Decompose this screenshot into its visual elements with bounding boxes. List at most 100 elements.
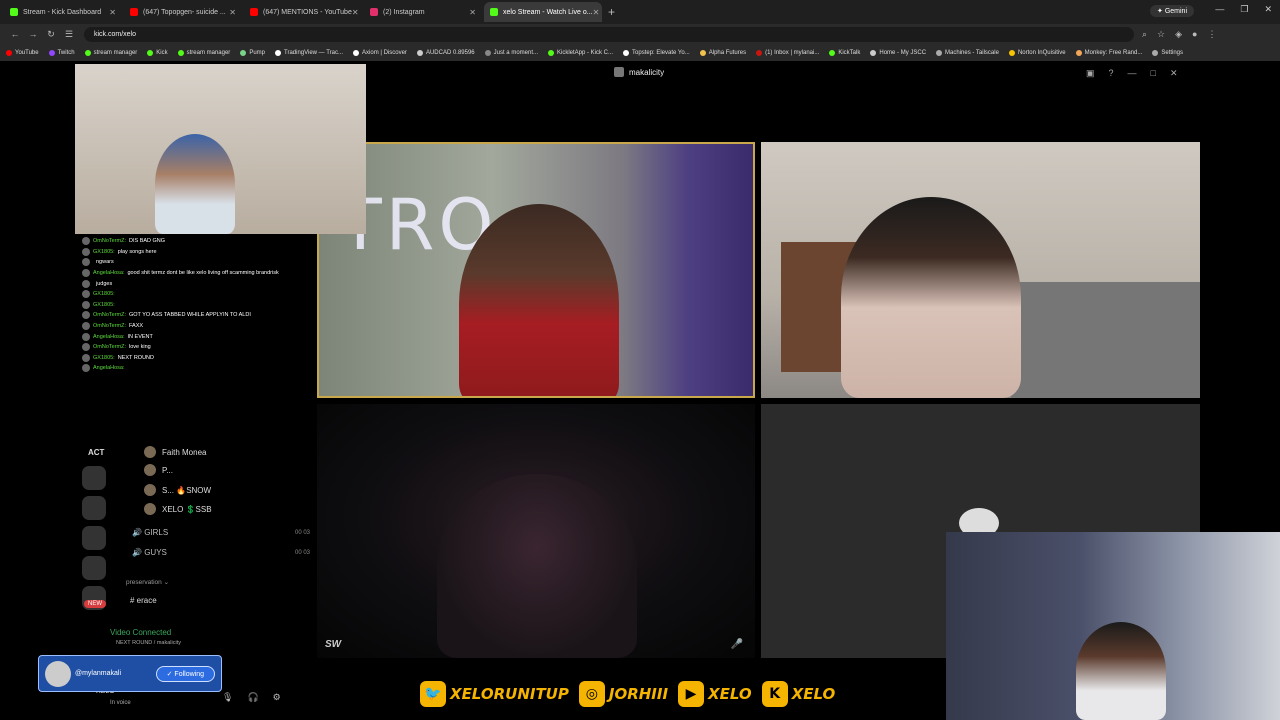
bookmark-item[interactable]: stream manager (177, 49, 230, 56)
browser-tab[interactable]: xelo Stream - Watch Live o... ✕ (484, 2, 602, 22)
bookmark-item[interactable]: Machines - Tailscale (936, 49, 999, 56)
chat-message: ngwars (82, 257, 310, 268)
bookmark-icon (829, 49, 836, 56)
tab-favicon-icon (250, 8, 258, 16)
bookmark-icon (1008, 49, 1015, 56)
browser-tab[interactable]: (2) Instagram ✕ (364, 2, 482, 22)
call-maximize-icon[interactable]: □ (1151, 68, 1156, 79)
live-icon[interactable]: ▣ (1086, 68, 1095, 79)
bookmark-item[interactable]: Alpha Futures (699, 49, 746, 56)
chat-text: play songs here (117, 248, 157, 255)
follower-avatar (45, 660, 71, 687)
close-tab-icon[interactable]: ✕ (109, 8, 116, 17)
bookmark-item[interactable]: Home - My JSCC (870, 49, 926, 56)
bookmark-item[interactable]: TradingView — Trac... (275, 49, 343, 56)
bookmark-item[interactable]: Settings (1152, 49, 1183, 56)
webcam-overlay-bottom-right (946, 532, 1280, 720)
bookmark-item[interactable]: Axiom | Discover (353, 49, 407, 56)
member-item[interactable]: XELO 💲SSB (144, 503, 212, 515)
bookmark-icon (870, 49, 877, 56)
profile-icon[interactable]: ● (1192, 29, 1197, 40)
voice-channel-guys[interactable]: 🔊 GUYS 00 03 (132, 548, 310, 557)
maximize-icon[interactable]: ❐ (1240, 4, 1248, 15)
streamer-cam-person (1076, 622, 1166, 720)
back-icon[interactable]: ← (6, 29, 24, 39)
chat-message: OmNoTermZ: GOT YO ASS TABBED WHILE APPLYI… (82, 310, 310, 321)
voice-channel-girls[interactable]: 🔊 GIRLS 00 03 (132, 528, 310, 537)
bookmark-item[interactable]: KickTalk (829, 49, 860, 56)
server-icon[interactable] (82, 556, 106, 580)
zoom-icon[interactable]: ⌕ (1142, 29, 1147, 40)
settings-gear-icon[interactable]: ⚙ (273, 692, 281, 703)
chat-avatar (82, 322, 90, 331)
bookmark-item[interactable]: Kick (147, 49, 168, 56)
participant-video (437, 474, 637, 658)
webcam-overlay-top-left (75, 64, 366, 234)
video-tile-1[interactable]: TRO (317, 142, 755, 398)
chat-avatar (82, 237, 90, 246)
chat-avatar (82, 247, 90, 256)
video-tile-3[interactable]: SW 🎤 (317, 404, 755, 658)
call-close-icon[interactable]: ✕ (1170, 68, 1178, 79)
minimize-icon[interactable]: — (1215, 4, 1224, 15)
member-item[interactable]: P... (144, 464, 173, 476)
bookmark-star-icon[interactable]: ☆ (1157, 29, 1165, 40)
text-channel[interactable]: # erace (130, 596, 157, 605)
bookmark-item[interactable]: YouTube (6, 49, 39, 56)
extensions-icon[interactable]: ◈ (1175, 29, 1182, 40)
bookmark-label: Monkey: Free Rand... (1084, 49, 1143, 56)
server-icon[interactable] (82, 466, 106, 490)
following-button[interactable]: ✓ Following (155, 665, 215, 682)
bookmark-item[interactable]: Just a moment... (484, 49, 538, 56)
bookmarks-bar: YouTube Twitch stream manager Kick stream ma… (0, 44, 1280, 61)
bookmark-item[interactable]: KickletApp - Kick C... (548, 49, 613, 56)
help-icon[interactable]: ? (1109, 68, 1114, 79)
user-controls: 🎙 🎧 ⚙ (222, 692, 281, 703)
new-tab-button[interactable]: + (608, 5, 615, 19)
bookmark-item[interactable]: AUDCAD 0.89596 (416, 49, 475, 56)
chat-avatar (82, 311, 90, 320)
bookmark-item[interactable]: (1) Inbox | mylanai... (756, 49, 819, 56)
chat-username: GX1805: (93, 248, 115, 255)
mute-mic-icon[interactable]: 🎙 (222, 692, 233, 703)
bookmark-icon (147, 49, 154, 56)
server-icon[interactable] (82, 496, 106, 520)
tab-label: Stream - Kick Dashboard (23, 8, 102, 16)
member-item[interactable]: S... 🔥SNOW (144, 484, 211, 496)
channel-category[interactable]: preservation ⌄ (126, 578, 169, 586)
bookmark-item[interactable]: Pump (240, 49, 265, 56)
close-tab-icon[interactable]: ✕ (469, 8, 476, 17)
chat-message: OmNoTermZ: DIS BAD GNG (82, 236, 310, 247)
bookmark-item[interactable]: Monkey: Free Rand... (1075, 49, 1143, 56)
bookmark-label: Just a moment... (493, 49, 538, 56)
browser-tab[interactable]: Stream - Kick Dashboard ✕ (4, 2, 122, 22)
close-tab-icon[interactable]: ✕ (352, 8, 359, 17)
server-icon[interactable] (82, 526, 106, 550)
social-handle: K XELO (761, 681, 835, 707)
chat-text: good shit termz dont be like xelo living… (127, 270, 279, 277)
bookmark-item[interactable]: Topstep: Elevate Yo... (623, 49, 690, 56)
browser-tab[interactable]: (647) Topopgen- suicide ... ✕ (124, 2, 242, 22)
url-field[interactable]: kick.com/xelo (84, 26, 1134, 42)
close-window-icon[interactable]: ✕ (1264, 4, 1272, 15)
bookmark-label: Kick (156, 49, 168, 56)
bookmark-item[interactable]: stream manager (84, 49, 137, 56)
reload-icon[interactable]: ↻ (42, 29, 60, 40)
site-info-icon[interactable]: ☰ (60, 29, 78, 40)
gemini-button[interactable]: ✦ Gemini (1150, 5, 1194, 17)
bookmark-item[interactable]: Norton InQuisitive (1008, 49, 1066, 56)
menu-icon[interactable]: ⋮ (1207, 29, 1216, 40)
close-tab-icon[interactable]: ✕ (229, 8, 236, 17)
headset-icon[interactable]: 🎧 (247, 692, 258, 703)
mic-muted-icon: 🎤 (730, 639, 743, 650)
call-header: makalicity (614, 67, 664, 77)
member-item[interactable]: Faith Monea (144, 446, 206, 458)
address-bar-row: ← → ↻ ☰ kick.com/xelo ⌕ ☆ ◈ ● ⋮ (0, 24, 1280, 44)
video-tile-2[interactable] (761, 142, 1200, 398)
forward-icon[interactable]: → (24, 29, 42, 39)
call-minimize-icon[interactable]: — (1128, 68, 1137, 79)
close-tab-icon[interactable]: ✕ (593, 8, 600, 17)
chat-text: GOT YO ASS TABBED WHILE APPLYIN TO ALDI (129, 312, 251, 319)
bookmark-item[interactable]: Twitch (48, 49, 75, 56)
browser-tab[interactable]: (647) MENTIONS - YouTube ✕ (244, 2, 362, 22)
